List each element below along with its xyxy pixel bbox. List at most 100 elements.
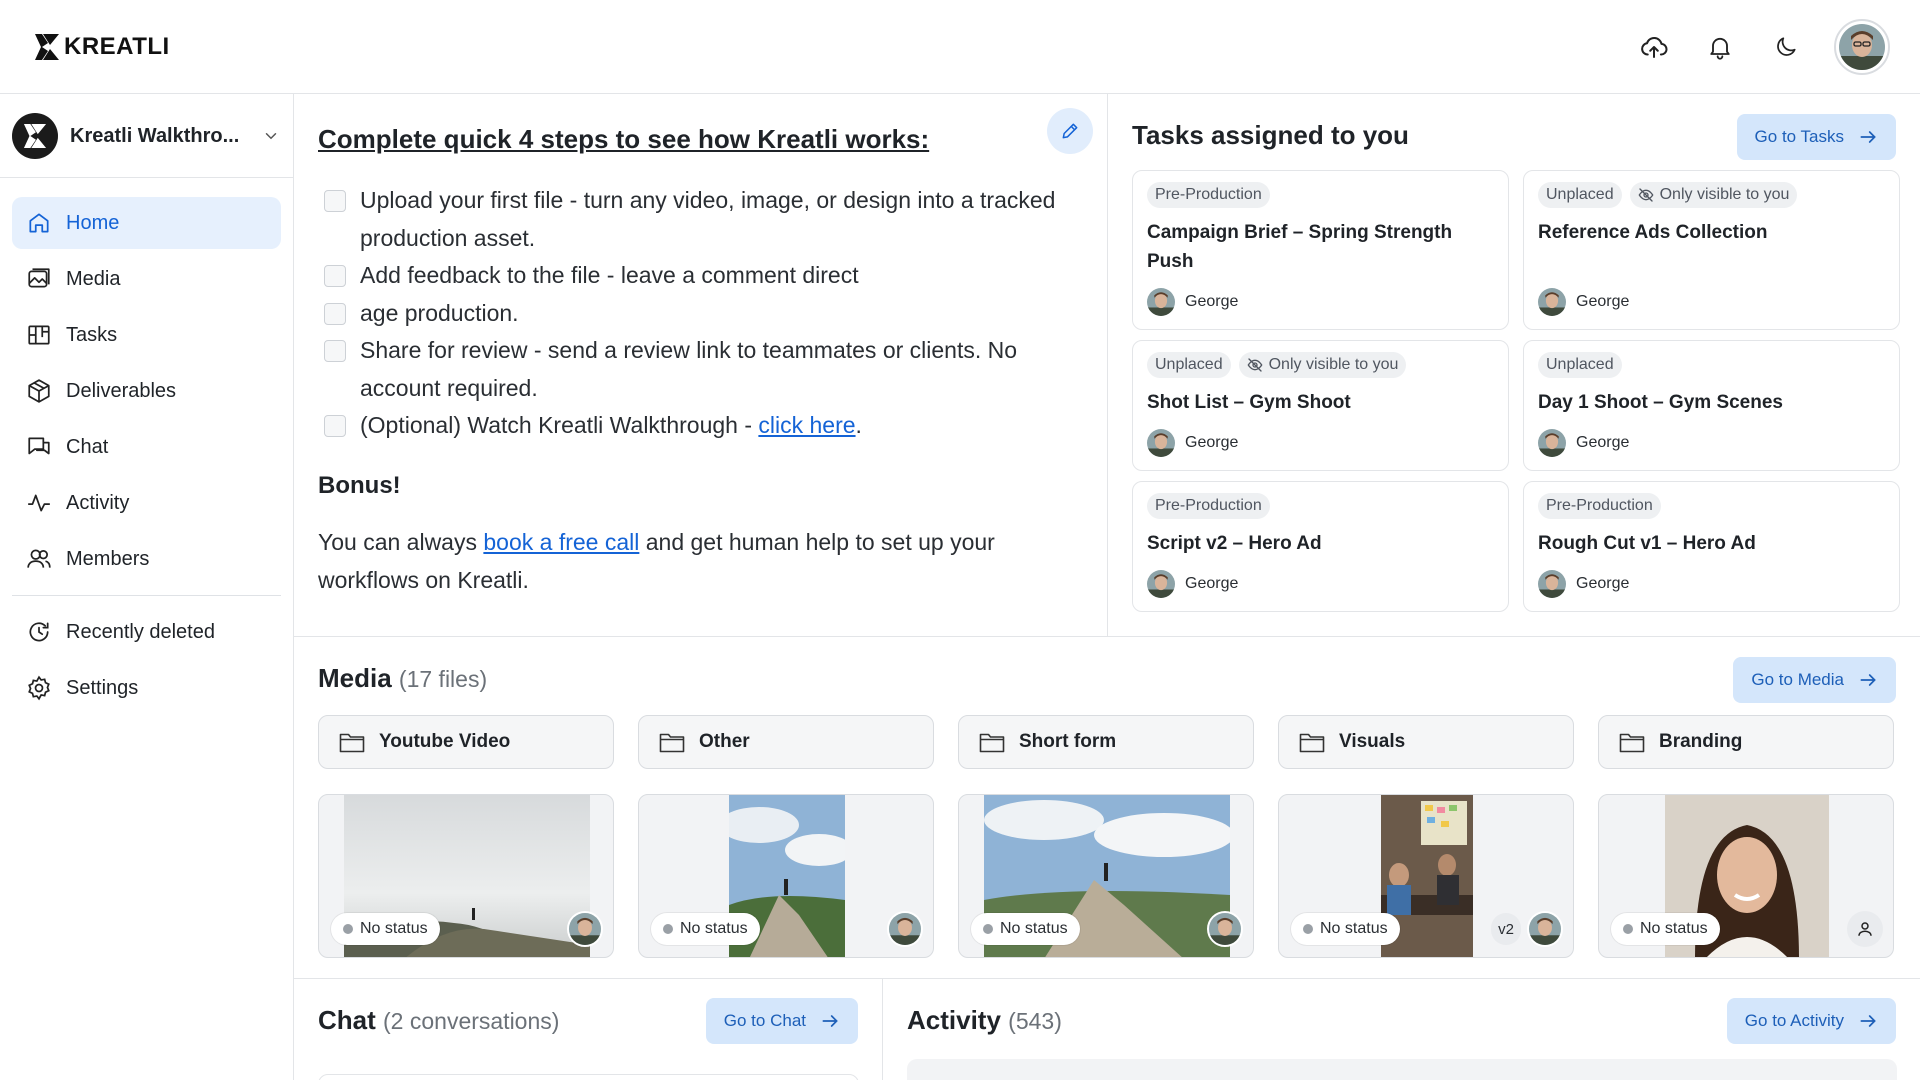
go-to-activity-button[interactable]: Go to Activity	[1726, 998, 1896, 1044]
task-card[interactable]: Pre-Production Campaign Brief – Spring S…	[1132, 170, 1509, 330]
task-title: Day 1 Shoot – Gym Scenes	[1538, 392, 1783, 413]
media-count: (17 files)	[398, 666, 488, 692]
go-to-chat-button[interactable]: Go to Chat	[705, 998, 858, 1044]
stage-tag: Pre-Production	[1147, 182, 1270, 208]
status-badge[interactable]: No status	[331, 913, 440, 945]
assignee-name: George	[1576, 434, 1630, 451]
version-badge[interactable]: v2	[1491, 913, 1521, 945]
sidebar-item-tasks[interactable]: Tasks	[12, 309, 281, 361]
walkthrough-link[interactable]: click here	[758, 412, 855, 438]
sidebar-item-label: Recently deleted	[66, 620, 215, 643]
avatar	[1207, 911, 1243, 947]
task-card[interactable]: Pre-Production Script v2 – Hero Ad Georg…	[1132, 481, 1509, 612]
step-checkbox[interactable]	[324, 190, 346, 212]
status-badge[interactable]: No status	[1611, 913, 1720, 945]
task-card[interactable]: Unplaced Only visible to you Reference A…	[1523, 170, 1900, 330]
sidebar-nav: Home Media Tasks Deliverables Chat Activ…	[12, 197, 281, 718]
status-badge[interactable]: No status	[651, 913, 760, 945]
go-to-tasks-button[interactable]: Go to Tasks	[1736, 114, 1896, 160]
go-to-media-button[interactable]: Go to Media	[1733, 657, 1896, 703]
onboarding-panel: Complete quick 4 steps to see how Kreatl…	[294, 94, 1108, 637]
step-checkbox[interactable]	[324, 265, 346, 287]
activity-icon	[28, 494, 50, 512]
folder-youtube-video[interactable]: Youtube Video	[318, 715, 614, 769]
edit-button[interactable]	[1047, 108, 1093, 154]
sidebar-item-activity[interactable]: Activity	[12, 477, 281, 529]
media-panel: Media (17 files) Go to Media Youtube Vid…	[294, 637, 1920, 979]
divider	[12, 595, 281, 596]
sidebar-item-label: Home	[66, 211, 120, 234]
tasks-board-icon	[28, 325, 50, 345]
bonus-text: You can always book a free call and get …	[318, 524, 1038, 599]
activity-table	[907, 1059, 1897, 1080]
media-file-list: No status No status No status No status …	[318, 794, 1894, 958]
sidebar-item-recently-deleted[interactable]: Recently deleted	[12, 606, 281, 658]
sidebar-item-label: Settings	[66, 676, 139, 699]
status-badge[interactable]: No status	[1291, 913, 1400, 945]
sidebar-item-media[interactable]: Media	[12, 253, 281, 305]
task-title: Campaign Brief – Spring Strength Push	[1147, 222, 1453, 272]
media-file-card[interactable]: No status	[1598, 794, 1894, 958]
folder-visuals[interactable]: Visuals	[1278, 715, 1574, 769]
brand-logo[interactable]: KREATLI	[34, 33, 170, 61]
task-card[interactable]: Unplaced Only visible to you Shot List –…	[1132, 340, 1509, 471]
media-file-card[interactable]: No status	[958, 794, 1254, 958]
media-title: Media (17 files)	[318, 663, 487, 694]
members-icon	[27, 549, 51, 568]
media-file-card[interactable]: No status	[638, 794, 934, 958]
stage-tag: Unplaced	[1147, 352, 1231, 378]
activity-title-text: Activity	[907, 1005, 1001, 1035]
bonus-title: Bonus!	[318, 472, 401, 499]
task-title: Shot List – Gym Shoot	[1147, 392, 1351, 413]
checklist-item: Share for review - send a review link to…	[324, 332, 1084, 407]
button-label: Go to Chat	[723, 1011, 806, 1030]
sidebar-item-deliverables[interactable]: Deliverables	[12, 365, 281, 417]
workspace-name: Kreatli Walkthro...	[70, 124, 240, 147]
folder-branding[interactable]: Branding	[1598, 715, 1894, 769]
step-checkbox[interactable]	[324, 415, 346, 437]
button-label: Go to Activity	[1744, 1011, 1844, 1030]
chat-title-text: Chat	[318, 1005, 376, 1035]
moon-icon[interactable]	[1768, 29, 1804, 65]
assignee-name: George	[1576, 293, 1630, 310]
checklist-item: age production.	[324, 295, 1084, 333]
sidebar-item-members[interactable]: Members	[12, 533, 281, 585]
task-title: Script v2 – Hero Ad	[1147, 533, 1322, 554]
task-assignee: George	[1147, 570, 1494, 598]
stage-tag: Unplaced	[1538, 352, 1622, 378]
task-title: Rough Cut v1 – Hero Ad	[1538, 533, 1756, 554]
assignee-name: George	[1185, 434, 1239, 451]
media-file-card[interactable]: No status v2	[1278, 794, 1574, 958]
folder-icon	[1299, 733, 1325, 753]
private-label: Only visible to you	[1268, 356, 1399, 373]
task-assignee: George	[1147, 288, 1494, 316]
step-prefix: (Optional) Watch Kreatli Walkthrough -	[360, 412, 759, 438]
sidebar-item-label: Chat	[66, 435, 109, 458]
step-checkbox[interactable]	[324, 302, 346, 325]
folder-name: Visuals	[1339, 731, 1406, 752]
step-checkbox[interactable]	[324, 340, 346, 362]
task-card[interactable]: Unplaced Day 1 Shoot – Gym Scenes George	[1523, 340, 1900, 471]
sidebar-item-home[interactable]: Home	[12, 197, 281, 249]
sidebar-item-settings[interactable]: Settings	[12, 662, 281, 714]
status-label: No status	[360, 920, 428, 937]
status-badge[interactable]: No status	[971, 913, 1080, 945]
arrow-right-icon	[1860, 131, 1876, 143]
cloud-upload-icon[interactable]	[1636, 29, 1672, 65]
box-icon	[28, 379, 50, 403]
avatar	[1538, 570, 1566, 598]
task-title: Reference Ads Collection	[1538, 222, 1768, 243]
folder-other[interactable]: Other	[638, 715, 934, 769]
task-card[interactable]: Pre-Production Rough Cut v1 – Hero Ad Ge…	[1523, 481, 1900, 612]
folder-short-form[interactable]: Short form	[958, 715, 1254, 769]
workspace-switcher[interactable]: Kreatli Walkthro...	[12, 112, 280, 160]
media-file-card[interactable]: No status	[318, 794, 614, 958]
tasks-title: Tasks assigned to you	[1132, 120, 1409, 150]
sidebar-item-chat[interactable]: Chat	[12, 421, 281, 473]
user-avatar[interactable]	[1834, 19, 1890, 75]
bell-icon[interactable]	[1702, 29, 1738, 65]
step-text: Add feedback to the file - leave a comme…	[360, 262, 859, 288]
step-text: Upload your first file - turn any video,…	[360, 187, 1056, 251]
checklist-item: (Optional) Watch Kreatli Walkthrough - c…	[324, 407, 1084, 445]
book-call-link[interactable]: book a free call	[483, 529, 639, 555]
